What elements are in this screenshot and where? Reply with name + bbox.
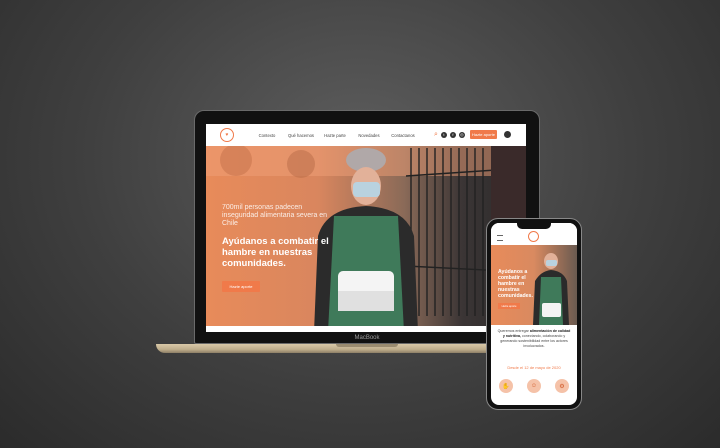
site-logo[interactable]: ♥ <box>220 128 234 142</box>
menu-icon[interactable] <box>497 235 503 241</box>
menu-item-hazte-parte[interactable]: Hazte parte <box>318 133 352 138</box>
phone-intro-text: Queremos entregar alimentación de calida… <box>497 329 571 349</box>
intro-text: Queremos entregar <box>497 329 529 333</box>
phone-notch <box>517 223 551 229</box>
phone-site-logo[interactable] <box>528 231 539 242</box>
hero-subtitle: 700mil personas padecen inseguridad alim… <box>222 204 328 227</box>
instagram-icon[interactable]: ◎ <box>458 131 465 138</box>
hero-donate-button[interactable]: Hazte aporte <box>222 281 260 292</box>
navbar: ♥ Contexto Qué hacemos Hazte parte Noved… <box>206 124 526 146</box>
menu-item-contexto[interactable]: Contexto <box>250 133 284 138</box>
phone-hero: Ayúdanos a combatir el hambre en nuestra… <box>491 245 577 325</box>
laptop-brand-label: MacBook <box>354 335 380 341</box>
facebook-icon[interactable]: f <box>449 131 456 138</box>
menu-item-contactanos[interactable]: Contactanos <box>386 133 420 138</box>
social-links: ⌕ t f ◎ <box>434 131 465 138</box>
hero-bottom-strip <box>206 326 526 332</box>
hero-section: 700mil personas padecen inseguridad alim… <box>206 146 526 332</box>
menu-item-que-hacemos[interactable]: Qué hacemos <box>284 133 318 138</box>
start-date: Desde el 12 de mayo de 2020 <box>507 365 561 370</box>
laptop-notch <box>336 344 398 347</box>
phone-donate-button[interactable]: Hazte aporte <box>498 303 520 309</box>
search-icon[interactable]: ⌕ <box>434 131 438 138</box>
people-icon: ☺ <box>527 379 541 393</box>
menu-item-novedades[interactable]: Novedades <box>352 133 386 138</box>
laptop-screen: ♥ Contexto Qué hacemos Hazte parte Noved… <box>206 124 526 332</box>
twitter-icon[interactable]: t <box>440 131 447 138</box>
phone-hero-title: Ayúdanos a combatir el hambre en nuestra… <box>498 269 533 299</box>
phone-screen: Ayúdanos a combatir el hambre en nuestra… <box>491 223 577 405</box>
github-icon[interactable] <box>504 131 511 138</box>
hand-icon: ✋ <box>499 379 513 393</box>
donate-button[interactable]: Hazte aporte <box>470 130 497 139</box>
gear-icon: ⚙ <box>555 379 569 393</box>
feature-icons: ✋ ☺ ⚙ <box>499 379 569 393</box>
hero-title: Ayúdanos a combatir el hambre en nuestra… <box>222 236 329 269</box>
main-menu: Contexto Qué hacemos Hazte parte Novedad… <box>250 133 420 138</box>
